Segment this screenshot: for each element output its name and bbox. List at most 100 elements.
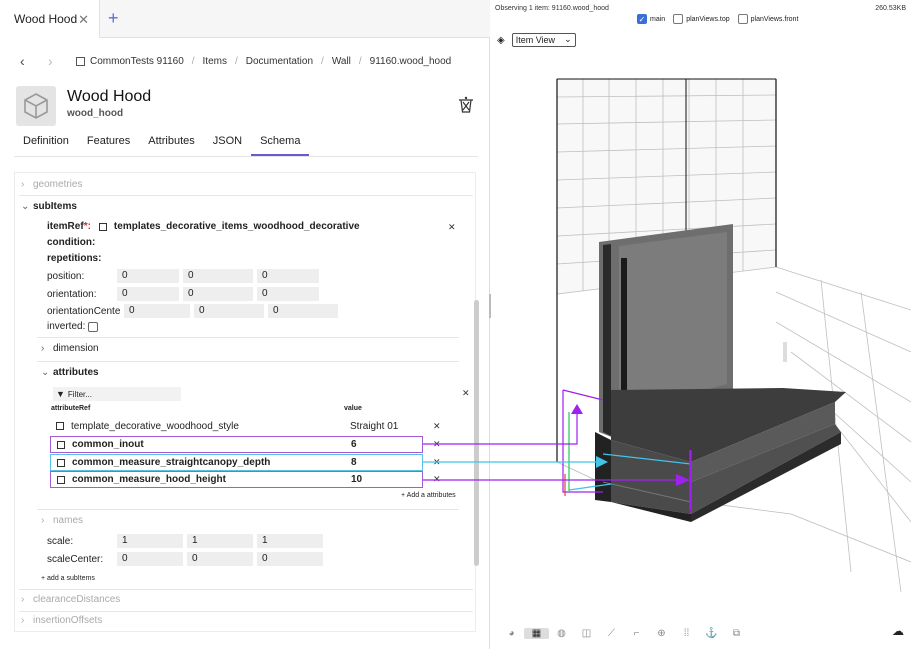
crop-icon[interactable]: ⌐ — [624, 628, 649, 639]
add-tab-icon[interactable]: + — [108, 8, 119, 29]
view-selector: ◈ Item View ⌄ — [497, 33, 576, 47]
col-header-value: value — [344, 405, 362, 412]
view-main-checkbox[interactable]: ✓ — [637, 14, 647, 24]
remove-icon[interactable]: ✕ — [433, 457, 441, 468]
attribute-value[interactable]: 6 — [351, 439, 357, 450]
tab-label: Wood Hood — [14, 12, 78, 26]
attributes-section[interactable]: ⌄ attributes — [41, 367, 99, 378]
anchor-icon[interactable]: ⚓ — [699, 628, 724, 639]
brush-icon[interactable]: ⟋ — [599, 628, 624, 639]
remove-icon[interactable]: ✕ — [433, 421, 441, 432]
breadcrumb-item[interactable]: CommonTests 91160 — [90, 56, 184, 67]
section-label: clearanceDistances — [33, 594, 121, 605]
grid-icon[interactable]: ▦ — [524, 627, 549, 639]
back-arrow-icon[interactable]: ‹ — [20, 53, 48, 69]
tab-schema[interactable]: Schema — [251, 132, 310, 156]
tab-wood-hood[interactable]: Wood Hood ✕ — [0, 0, 100, 38]
external-link-icon[interactable] — [57, 440, 65, 449]
external-link-icon[interactable] — [98, 222, 107, 231]
orientation-center-x-input[interactable]: 0 — [124, 304, 190, 318]
names-section[interactable]: › names — [41, 515, 83, 526]
attribute-ref: common_measure_hood_height — [72, 474, 226, 485]
insertion-section[interactable]: › insertionOffsets — [21, 615, 102, 626]
basket-icon[interactable] — [458, 96, 474, 117]
subtab-bar: Definition Features Attributes JSON Sche… — [14, 132, 310, 156]
chevron-right-icon: › — [21, 594, 25, 605]
itemref-value[interactable]: templates_decorative_items_woodhood_deco… — [114, 221, 360, 232]
orientation-center-y-input[interactable]: 0 — [194, 304, 264, 318]
attribute-row[interactable]: template_decorative_woodhood_style Strai… — [50, 418, 423, 434]
remove-icon[interactable]: ✕ — [433, 474, 441, 485]
filter-input[interactable]: ▼ Filter... — [53, 387, 181, 401]
attribute-value[interactable]: Straight 01 — [350, 421, 398, 432]
box-icon[interactable]: ◫ — [574, 628, 599, 639]
dots-grid-icon[interactable]: ⁞⁞ — [674, 628, 699, 639]
add-attribute-button[interactable]: + Add a attributes — [401, 492, 456, 499]
attribute-row[interactable]: common_measure_straightcanopy_depth 8 — [50, 454, 423, 471]
cloud-upload-icon[interactable]: ☁ — [892, 624, 904, 638]
geometries-section[interactable]: › geometries — [21, 179, 82, 190]
remove-icon[interactable]: ✕ — [448, 222, 456, 233]
external-link-icon[interactable] — [56, 422, 64, 430]
schema-editor-panel: Wood Hood ✕ + ‹ › CommonTests 91160 / It… — [0, 0, 490, 649]
divider — [19, 611, 473, 612]
col-header-ref: attributeRef — [51, 405, 91, 412]
scale-center-y-input[interactable]: 0 — [187, 552, 253, 566]
remove-icon[interactable]: ✕ — [433, 439, 441, 450]
attribute-row[interactable]: common_inout 6 — [50, 436, 423, 453]
breadcrumb-item[interactable]: 91160.wood_hood — [370, 56, 452, 67]
tab-bar: Wood Hood ✕ + — [0, 0, 490, 38]
inverted-row: inverted: — [47, 321, 99, 332]
scale-center-z-input[interactable]: 0 — [257, 552, 323, 566]
view-front-checkbox[interactable] — [737, 14, 748, 24]
tab-json[interactable]: JSON — [204, 132, 251, 156]
palette-icon[interactable]: ◕ — [499, 628, 524, 639]
orientation-row: orientation: 0 0 0 — [47, 287, 323, 301]
clear-filter-icon[interactable]: ✕ — [462, 388, 470, 399]
position-x-input[interactable]: 0 — [117, 269, 179, 283]
field-label: position: — [47, 270, 85, 282]
orientation-z-input[interactable]: 0 — [257, 287, 319, 301]
3d-scene[interactable] — [491, 52, 918, 622]
close-icon[interactable]: ✕ — [78, 12, 89, 28]
position-z-input[interactable]: 0 — [257, 269, 319, 283]
scale-y-input[interactable]: 1 — [187, 534, 253, 548]
forward-arrow-icon[interactable]: › — [48, 53, 76, 69]
subitems-section[interactable]: ⌄ subItems — [21, 201, 77, 212]
attribute-value[interactable]: 8 — [351, 457, 357, 468]
inverted-checkbox[interactable] — [88, 321, 99, 332]
dimension-section[interactable]: › dimension — [41, 343, 99, 354]
tab-attributes[interactable]: Attributes — [139, 132, 203, 156]
clearance-section[interactable]: › clearanceDistances — [21, 594, 120, 605]
breadcrumb-item[interactable]: Documentation — [246, 56, 313, 67]
tab-features[interactable]: Features — [78, 132, 139, 156]
position-y-input[interactable]: 0 — [183, 269, 253, 283]
scale-center-x-input[interactable]: 0 — [117, 552, 183, 566]
select-value: Item View — [515, 35, 556, 45]
scale-z-input[interactable]: 1 — [257, 534, 323, 548]
divider — [37, 509, 459, 510]
scale-x-input[interactable]: 1 — [117, 534, 183, 548]
add-subitem-button[interactable]: + add a subItems — [41, 575, 95, 582]
attribute-row[interactable]: common_measure_hood_height 10 — [50, 471, 423, 488]
orientation-center-z-input[interactable]: 0 — [268, 304, 338, 318]
field-label: scaleCenter: — [47, 553, 104, 565]
breadcrumb-item[interactable]: Items — [203, 56, 227, 67]
tab-definition[interactable]: Definition — [14, 132, 78, 156]
layers-icon[interactable]: ⧉ — [724, 628, 749, 639]
material-icon[interactable]: ◍ — [549, 628, 574, 639]
external-link-icon[interactable] — [57, 475, 65, 484]
view-top-checkbox[interactable] — [673, 14, 684, 24]
view-mode-select[interactable]: Item View ⌄ — [511, 33, 576, 47]
breadcrumb-item[interactable]: Wall — [332, 56, 351, 67]
target-icon[interactable]: ⊕ — [649, 628, 674, 639]
external-link-icon[interactable] — [57, 458, 65, 467]
scrollbar[interactable] — [474, 300, 479, 566]
breadcrumb-separator: / — [234, 55, 238, 67]
orientation-x-input[interactable]: 0 — [117, 287, 179, 301]
item-id: wood_hood — [67, 108, 124, 119]
orientation-y-input[interactable]: 0 — [183, 287, 253, 301]
divider — [19, 195, 473, 196]
attribute-value[interactable]: 10 — [351, 474, 362, 485]
position-row: position: 0 0 0 — [47, 269, 323, 283]
